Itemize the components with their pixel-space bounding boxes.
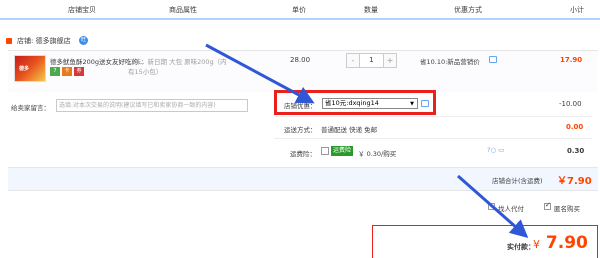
payment-label: 实付款：	[507, 243, 535, 251]
col-header-attributes: 商品属性	[169, 6, 197, 14]
unit-price: 28.00	[290, 56, 311, 64]
proxy-pay-checkbox[interactable]	[488, 203, 495, 210]
shipping-options: 普通配送 快递 免邮	[321, 126, 378, 134]
promo-text: 省10.10:新品营销价	[420, 58, 480, 66]
insurance-amount: 0.30	[567, 147, 585, 155]
store-total-label: 店铺合计(含运费)	[492, 177, 543, 185]
promo-info-icon[interactable]	[489, 56, 497, 63]
shop-icon	[6, 38, 12, 44]
currency-symbol: ¥	[533, 238, 540, 251]
tag-card-icon: 卡	[62, 67, 72, 76]
quantity-plus-button[interactable]: +	[383, 54, 396, 67]
tag-7-icon: 7	[50, 67, 60, 76]
quantity-value[interactable]: 1	[360, 54, 383, 67]
tag-coupon-icon: 券	[74, 67, 84, 76]
col-header-shop-item: 店铺宝贝	[68, 6, 96, 14]
sku-attributes-line2: 有15小包）	[128, 68, 163, 76]
col-header-quantity: 数量	[364, 6, 378, 14]
coupon-selected-value: 省10元:dxqing14	[325, 99, 379, 107]
insurance-price: ￥ 0.30/购买	[358, 150, 397, 158]
shop-name[interactable]: 店铺: 德多旗舰店	[17, 36, 71, 46]
sku-attributes-line1: 口味：新日期 大包 原味200g（内	[128, 58, 227, 66]
chat-icon[interactable]: 旺	[79, 36, 88, 45]
insurance-badge: 运费险	[331, 146, 354, 156]
anonymous-checkbox[interactable]: ✓	[544, 201, 551, 210]
insurance-help-icon[interactable]: ?○ ▭	[487, 146, 504, 154]
divider	[274, 138, 592, 139]
payment-amount-value: 7.90	[545, 233, 588, 253]
product-thumbnail[interactable]: 德多	[14, 55, 46, 82]
coupon-info-icon[interactable]	[421, 100, 429, 107]
item-subtotal: 17.90	[560, 56, 583, 64]
message-label: 给卖家留言：	[11, 104, 50, 112]
shipping-label: 运送方式：	[284, 126, 317, 134]
quantity-minus-button[interactable]: -	[347, 54, 360, 67]
cart-header: 店铺宝贝 商品属性 单价 数量 优惠方式 小计	[0, 0, 600, 20]
quantity-stepper[interactable]: - 1 +	[346, 53, 397, 68]
col-header-subtotal: 小计	[570, 6, 584, 14]
insurance-label: 运费险：	[290, 150, 316, 158]
store-total-amount: ￥7.90	[557, 176, 592, 187]
insurance-checkbox[interactable]	[321, 147, 329, 155]
coupon-select[interactable]: 省10元:dxqing14 ▼	[322, 98, 418, 109]
coupon-label: 店铺优惠：	[284, 102, 317, 110]
dropdown-arrow-icon: ▼	[410, 101, 414, 107]
divider	[274, 116, 592, 117]
coupon-amount: -10.00	[559, 100, 582, 108]
proxy-pay-label[interactable]: 找人代付	[498, 203, 524, 213]
col-header-discount: 优惠方式	[454, 6, 482, 14]
col-header-price: 单价	[292, 6, 306, 14]
anonymous-label[interactable]: 匿名购买	[554, 203, 580, 213]
payment-amount: ¥ 7.90	[533, 233, 588, 253]
shipping-amount: 0.00	[566, 123, 584, 131]
seller-message-input[interactable]: 选填:对本次交易的说明(建议填写已和卖家协商一致的内容)	[56, 99, 248, 112]
